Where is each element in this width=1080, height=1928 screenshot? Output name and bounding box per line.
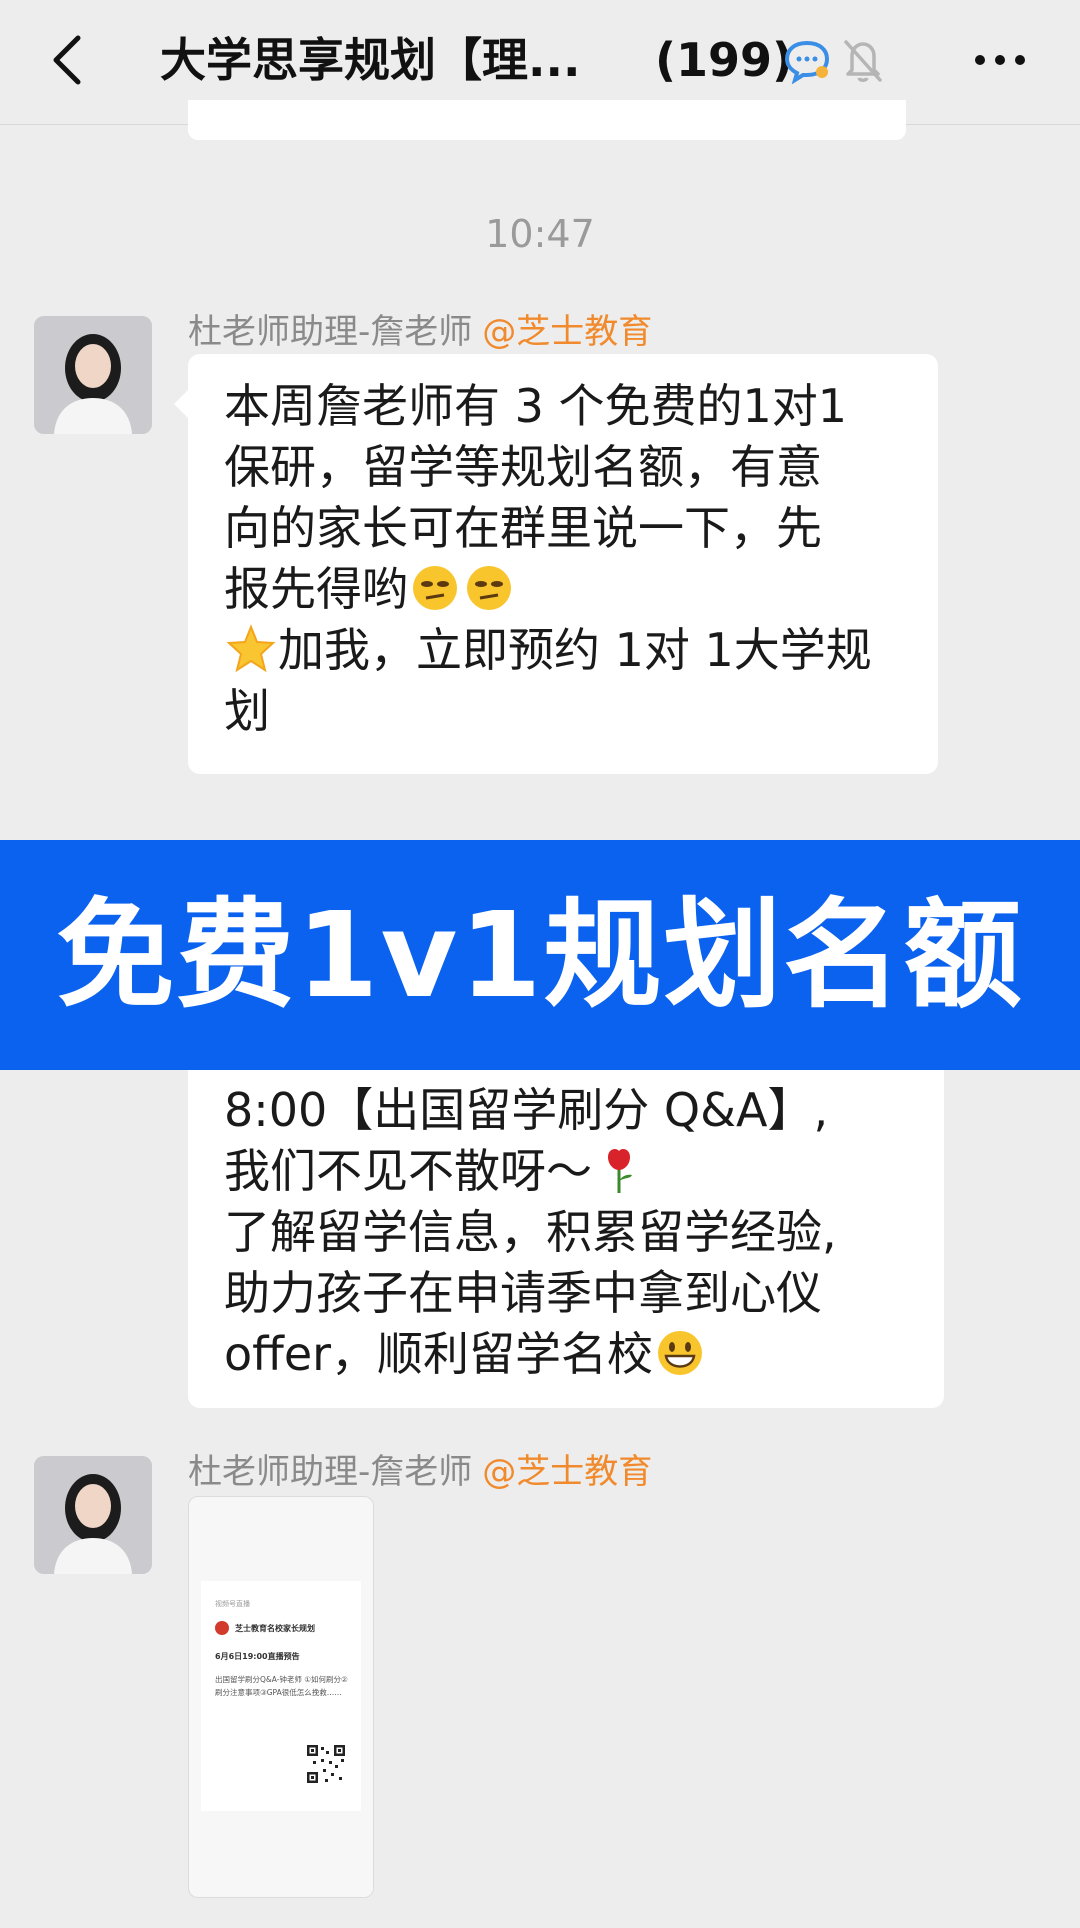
poster-header: 视频号直播: [215, 1600, 250, 1608]
more-icon[interactable]: [970, 42, 1030, 78]
poster-body: 出国留学刷分Q&A-钟老师 ①如何刷分②刷分注意事项③GPA很低怎么挽救……: [215, 1675, 348, 1697]
message-line: 助力孩子在申请季中拿到心仪: [224, 1266, 822, 1320]
sender-org: @芝士教育: [482, 1452, 653, 1492]
sender-name: 杜老师助理-詹老师 @芝士教育: [188, 304, 652, 353]
rose-icon: [608, 1149, 632, 1193]
avatar-portrait-icon: [34, 1456, 152, 1574]
message-text: 报先得哟: [224, 562, 408, 616]
message-text: 我们不见不散呀～: [224, 1144, 592, 1198]
sender-label: 杜老师助理-詹老师: [188, 1452, 473, 1492]
thinking-face-icon: [467, 566, 511, 610]
avatar[interactable]: [34, 1456, 152, 1574]
message-line-with-emoji: 我们不见不散呀～: [224, 1141, 908, 1202]
message-text: offer，顺利留学名校: [224, 1327, 654, 1381]
sender-label: 杜老师助理-詹老师: [188, 312, 473, 352]
chat-title[interactable]: 大学思享规划【理...: [160, 28, 580, 92]
image-message[interactable]: 视频号直播 芝士教育名校家长规划 6月6日19:00直播预告 出国留学刷分Q&A…: [188, 1496, 374, 1898]
sender-org: @芝士教育: [482, 312, 653, 352]
avatar[interactable]: [34, 316, 152, 434]
message-line: 保研，留学等规划名额，有意: [224, 440, 822, 494]
message-text: 加我，立即预约 1对 1大学规: [278, 623, 872, 677]
org-logo-icon: [215, 1621, 229, 1635]
promo-banner: 免费1v1规划名额: [0, 840, 1080, 1070]
group-chat-icon: [784, 40, 830, 84]
message-timestamp: 10:47: [485, 212, 595, 256]
message-bubble[interactable]: 8:00【出国留学刷分 Q&A】, 我们不见不散呀～ 了解留学信息，积累留学经验…: [188, 1040, 944, 1408]
message-line-with-emoji: 报先得哟: [224, 559, 902, 620]
message-line: 8:00【出国留学刷分 Q&A】,: [224, 1083, 829, 1137]
message-line-with-emoji: offer，顺利留学名校: [224, 1324, 908, 1385]
poster-image: 视频号直播 芝士教育名校家长规划 6月6日19:00直播预告 出国留学刷分Q&A…: [201, 1581, 361, 1811]
qr-code-icon: [305, 1743, 347, 1785]
message-line: 本周詹老师有 3 个免费的1对1: [224, 379, 848, 433]
sender-name: 杜老师助理-詹老师 @芝士教育: [188, 1444, 652, 1493]
back-arrow-icon[interactable]: [40, 30, 100, 90]
mute-bell-icon: [844, 40, 882, 82]
avatar-portrait-icon: [34, 316, 152, 434]
grinning-face-icon: [658, 1331, 703, 1375]
message-line: 向的家长可在群里说一下，先: [224, 501, 822, 555]
thinking-face-icon: [413, 566, 457, 610]
previous-message-bubble: [188, 100, 906, 140]
message-line: 了解留学信息，积累留学经验,: [224, 1205, 837, 1259]
star-icon: [226, 624, 276, 673]
message-line-with-emoji: 加我，立即预约 1对 1大学规: [224, 620, 902, 681]
member-count: (199): [655, 33, 794, 87]
bubble-tail: [174, 390, 188, 418]
poster-account-name: 芝士教育名校家长规划: [235, 1624, 315, 1633]
message-bubble[interactable]: 本周詹老师有 3 个免费的1对1 保研，留学等规划名额，有意 向的家长可在群里说…: [174, 354, 938, 774]
message-line: 划: [224, 684, 270, 738]
poster-date: 6月6日19:00直播预告: [215, 1652, 300, 1661]
